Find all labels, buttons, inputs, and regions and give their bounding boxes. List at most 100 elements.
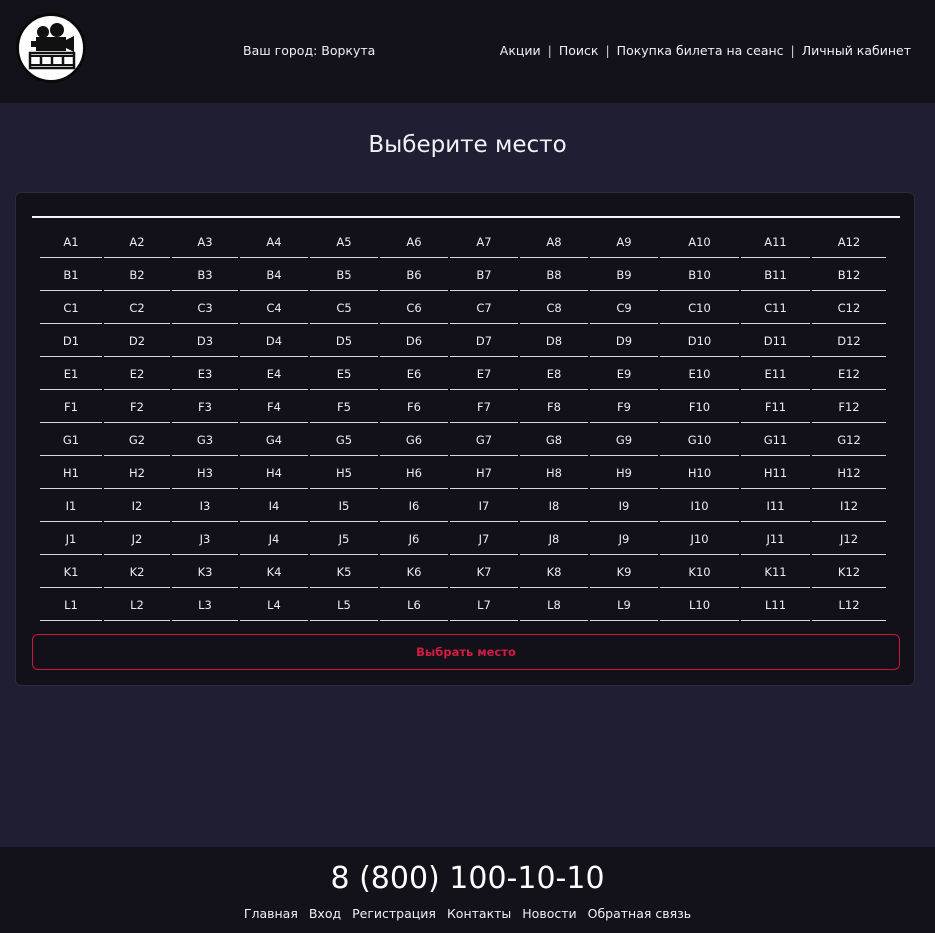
seat-H5[interactable]: H5 bbox=[310, 458, 378, 489]
seat-A7[interactable]: A7 bbox=[450, 227, 518, 258]
seat-E12[interactable]: E12 bbox=[812, 359, 886, 390]
seat-G8[interactable]: G8 bbox=[520, 425, 588, 456]
seat-E8[interactable]: E8 bbox=[520, 359, 588, 390]
seat-D5[interactable]: D5 bbox=[310, 326, 378, 357]
seat-D2[interactable]: D2 bbox=[104, 326, 170, 357]
seat-B1[interactable]: B1 bbox=[40, 260, 102, 291]
seat-K12[interactable]: K12 bbox=[812, 557, 886, 588]
seat-E1[interactable]: E1 bbox=[40, 359, 102, 390]
footer-link[interactable]: Контакты bbox=[447, 906, 511, 921]
seat-I8[interactable]: I8 bbox=[520, 491, 588, 522]
seat-I3[interactable]: I3 bbox=[172, 491, 238, 522]
seat-J1[interactable]: J1 bbox=[40, 524, 102, 555]
seat-J5[interactable]: J5 bbox=[310, 524, 378, 555]
seat-F3[interactable]: F3 bbox=[172, 392, 238, 423]
seat-A4[interactable]: A4 bbox=[240, 227, 308, 258]
seat-B6[interactable]: B6 bbox=[380, 260, 448, 291]
seat-B4[interactable]: B4 bbox=[240, 260, 308, 291]
seat-K8[interactable]: K8 bbox=[520, 557, 588, 588]
footer-link[interactable]: Регистрация bbox=[352, 906, 436, 921]
seat-B9[interactable]: B9 bbox=[590, 260, 658, 291]
seat-A9[interactable]: A9 bbox=[590, 227, 658, 258]
seat-B10[interactable]: B10 bbox=[660, 260, 739, 291]
seat-L8[interactable]: L8 bbox=[520, 590, 588, 621]
seat-G11[interactable]: G11 bbox=[741, 425, 810, 456]
seat-L1[interactable]: L1 bbox=[40, 590, 102, 621]
seat-K11[interactable]: K11 bbox=[741, 557, 810, 588]
seat-D12[interactable]: D12 bbox=[812, 326, 886, 357]
seat-B8[interactable]: B8 bbox=[520, 260, 588, 291]
seat-C8[interactable]: C8 bbox=[520, 293, 588, 324]
seat-J11[interactable]: J11 bbox=[741, 524, 810, 555]
seat-E7[interactable]: E7 bbox=[450, 359, 518, 390]
seat-F8[interactable]: F8 bbox=[520, 392, 588, 423]
seat-H11[interactable]: H11 bbox=[741, 458, 810, 489]
seat-E10[interactable]: E10 bbox=[660, 359, 739, 390]
nav-link[interactable]: Покупка билета на сеанс bbox=[617, 43, 784, 58]
seat-H1[interactable]: H1 bbox=[40, 458, 102, 489]
seat-K4[interactable]: K4 bbox=[240, 557, 308, 588]
seat-J10[interactable]: J10 bbox=[660, 524, 739, 555]
seat-L5[interactable]: L5 bbox=[310, 590, 378, 621]
seat-J6[interactable]: J6 bbox=[380, 524, 448, 555]
seat-D1[interactable]: D1 bbox=[40, 326, 102, 357]
seat-K5[interactable]: K5 bbox=[310, 557, 378, 588]
choose-seat-button[interactable]: Выбрать место bbox=[32, 634, 900, 670]
seat-E6[interactable]: E6 bbox=[380, 359, 448, 390]
seat-G6[interactable]: G6 bbox=[380, 425, 448, 456]
seat-K7[interactable]: K7 bbox=[450, 557, 518, 588]
seat-A8[interactable]: A8 bbox=[520, 227, 588, 258]
seat-H8[interactable]: H8 bbox=[520, 458, 588, 489]
seat-C1[interactable]: C1 bbox=[40, 293, 102, 324]
seat-I10[interactable]: I10 bbox=[660, 491, 739, 522]
seat-B11[interactable]: B11 bbox=[741, 260, 810, 291]
seat-B2[interactable]: B2 bbox=[104, 260, 170, 291]
seat-H7[interactable]: H7 bbox=[450, 458, 518, 489]
seat-L9[interactable]: L9 bbox=[590, 590, 658, 621]
nav-link[interactable]: Поиск bbox=[559, 43, 599, 58]
seat-C11[interactable]: C11 bbox=[741, 293, 810, 324]
seat-A5[interactable]: A5 bbox=[310, 227, 378, 258]
seat-J9[interactable]: J9 bbox=[590, 524, 658, 555]
seat-F7[interactable]: F7 bbox=[450, 392, 518, 423]
seat-H10[interactable]: H10 bbox=[660, 458, 739, 489]
seat-F4[interactable]: F4 bbox=[240, 392, 308, 423]
seat-B5[interactable]: B5 bbox=[310, 260, 378, 291]
seat-C3[interactable]: C3 bbox=[172, 293, 238, 324]
seat-J8[interactable]: J8 bbox=[520, 524, 588, 555]
footer-link[interactable]: Главная bbox=[244, 906, 298, 921]
seat-A3[interactable]: A3 bbox=[172, 227, 238, 258]
seat-D11[interactable]: D11 bbox=[741, 326, 810, 357]
seat-F9[interactable]: F9 bbox=[590, 392, 658, 423]
seat-G10[interactable]: G10 bbox=[660, 425, 739, 456]
seat-D9[interactable]: D9 bbox=[590, 326, 658, 357]
seat-B7[interactable]: B7 bbox=[450, 260, 518, 291]
seat-I2[interactable]: I2 bbox=[104, 491, 170, 522]
seat-A1[interactable]: A1 bbox=[40, 227, 102, 258]
seat-A2[interactable]: A2 bbox=[104, 227, 170, 258]
seat-F2[interactable]: F2 bbox=[104, 392, 170, 423]
seat-C7[interactable]: C7 bbox=[450, 293, 518, 324]
city-selector[interactable]: Ваш город: Воркута bbox=[243, 43, 375, 58]
seat-G3[interactable]: G3 bbox=[172, 425, 238, 456]
seat-E2[interactable]: E2 bbox=[104, 359, 170, 390]
nav-link[interactable]: Акции bbox=[500, 43, 541, 58]
seat-D3[interactable]: D3 bbox=[172, 326, 238, 357]
seat-B3[interactable]: B3 bbox=[172, 260, 238, 291]
seat-D6[interactable]: D6 bbox=[380, 326, 448, 357]
seat-I1[interactable]: I1 bbox=[40, 491, 102, 522]
seat-J4[interactable]: J4 bbox=[240, 524, 308, 555]
seat-I11[interactable]: I11 bbox=[741, 491, 810, 522]
seat-J12[interactable]: J12 bbox=[812, 524, 886, 555]
seat-I4[interactable]: I4 bbox=[240, 491, 308, 522]
seat-E9[interactable]: E9 bbox=[590, 359, 658, 390]
seat-F11[interactable]: F11 bbox=[741, 392, 810, 423]
seat-G1[interactable]: G1 bbox=[40, 425, 102, 456]
seat-C12[interactable]: C12 bbox=[812, 293, 886, 324]
seat-L7[interactable]: L7 bbox=[450, 590, 518, 621]
seat-E5[interactable]: E5 bbox=[310, 359, 378, 390]
seat-K2[interactable]: K2 bbox=[104, 557, 170, 588]
seat-C9[interactable]: C9 bbox=[590, 293, 658, 324]
seat-J2[interactable]: J2 bbox=[104, 524, 170, 555]
seat-J7[interactable]: J7 bbox=[450, 524, 518, 555]
